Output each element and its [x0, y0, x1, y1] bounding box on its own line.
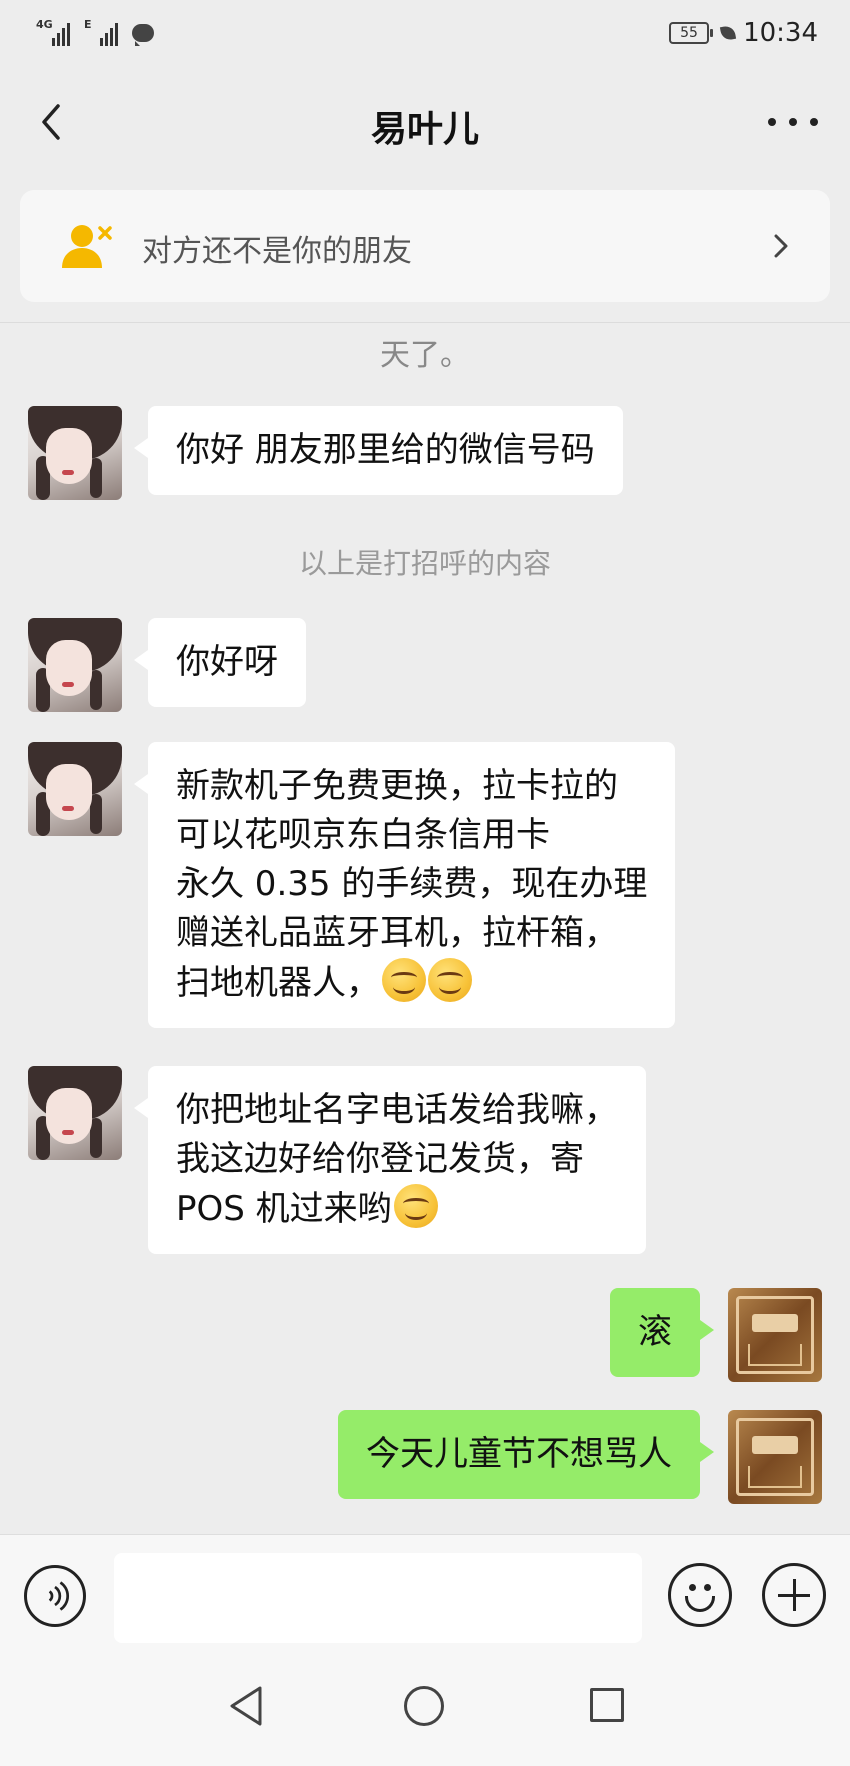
not-friend-text: 对方还不是你的朋友	[142, 234, 412, 269]
contact-avatar[interactable]	[28, 742, 122, 836]
smiley-emoji-icon	[393, 1184, 438, 1228]
message-line: 永久 0.35 的手续费，现在办理	[176, 864, 648, 904]
signal-tag-e: E	[84, 18, 92, 31]
message-line: 滚	[638, 1312, 672, 1352]
contact-avatar[interactable]	[28, 406, 122, 500]
smiley-emoji-icon	[428, 958, 472, 1002]
message-bubble-incoming[interactable]: 你把地址名字电话发给我嘛， 我这边好给你登记发货，寄 POS 机过来哟	[134, 1066, 646, 1254]
nav-back-triangle-icon[interactable]	[226, 1684, 266, 1728]
message-line-text: POS 机过来哟	[176, 1189, 392, 1229]
message-notification-icon	[132, 24, 154, 46]
message-line: 你好呀	[176, 642, 278, 682]
message-line: 你好 朋友那里给的微信号码	[176, 430, 595, 470]
chat-title: 易叶儿	[370, 109, 479, 150]
message-line-with-emoji: POS 机过来哟	[176, 1184, 618, 1234]
message-bubble-incoming[interactable]: 你好呀	[134, 618, 306, 707]
status-bar: 4G E 55 10:34	[0, 0, 850, 66]
message-line: 你把地址名字电话发给我嘛，	[176, 1090, 618, 1130]
message-input[interactable]	[114, 1553, 642, 1643]
nav-home-circle-icon[interactable]	[404, 1686, 444, 1726]
chat-header: 易叶儿	[0, 66, 850, 178]
message-bubble-incoming[interactable]: 你好 朋友那里给的微信号码	[134, 406, 623, 495]
contact-avatar[interactable]	[28, 618, 122, 712]
more-dots-icon[interactable]	[768, 104, 818, 140]
contact-avatar[interactable]	[28, 1066, 122, 1160]
system-navigation-bar	[0, 1654, 850, 1766]
signal-icon-2: E	[84, 18, 118, 46]
emoji-face-icon[interactable]	[668, 1563, 732, 1627]
message-line-text: 扫地机器人，	[176, 963, 380, 1003]
message-line: 今天儿童节不想骂人	[366, 1434, 672, 1474]
message-bubble-incoming[interactable]: 新款机子免费更换，拉卡拉的 可以花呗京东白条信用卡 永久 0.35 的手续费，现…	[133, 742, 676, 1028]
power-saving-leaf-icon	[719, 24, 737, 42]
not-friend-notice[interactable]: 对方还不是你的朋友	[20, 190, 830, 302]
battery-icon: 55	[669, 22, 714, 44]
message-line: 我这边好给你登记发货，寄	[176, 1139, 584, 1179]
message-bubble-outgoing[interactable]: 今天儿童节不想骂人	[338, 1410, 714, 1499]
message-bubble-outgoing[interactable]: 滚	[610, 1288, 714, 1377]
message-line: 赠送礼品蓝牙耳机，拉杆箱，	[176, 913, 618, 953]
greeting-hint: 以上是打招呼的内容	[298, 547, 551, 580]
signal-tag-4g: 4G	[36, 18, 53, 31]
smiley-emoji-icon	[382, 958, 426, 1002]
truncated-message-text: 天了。	[380, 338, 470, 373]
status-right: 55 10:34	[669, 18, 818, 48]
message-line: 新款机子免费更换，拉卡拉的	[176, 766, 618, 806]
my-avatar[interactable]	[728, 1410, 822, 1504]
plus-icon[interactable]	[762, 1563, 826, 1627]
voice-icon[interactable]	[24, 1565, 86, 1627]
message-line-with-emoji: 扫地机器人，	[176, 958, 647, 1008]
my-avatar[interactable]	[728, 1288, 822, 1382]
chevron-right-icon	[774, 234, 788, 258]
clock: 10:34	[743, 18, 818, 48]
message-line: 可以花呗京东白条信用卡	[176, 815, 550, 855]
input-bar	[0, 1534, 850, 1654]
status-left: 4G E	[36, 18, 154, 46]
divider	[0, 322, 850, 323]
nav-recent-square-icon[interactable]	[590, 1688, 624, 1722]
signal-icon: 4G	[36, 18, 70, 46]
user-x-icon	[62, 225, 112, 268]
